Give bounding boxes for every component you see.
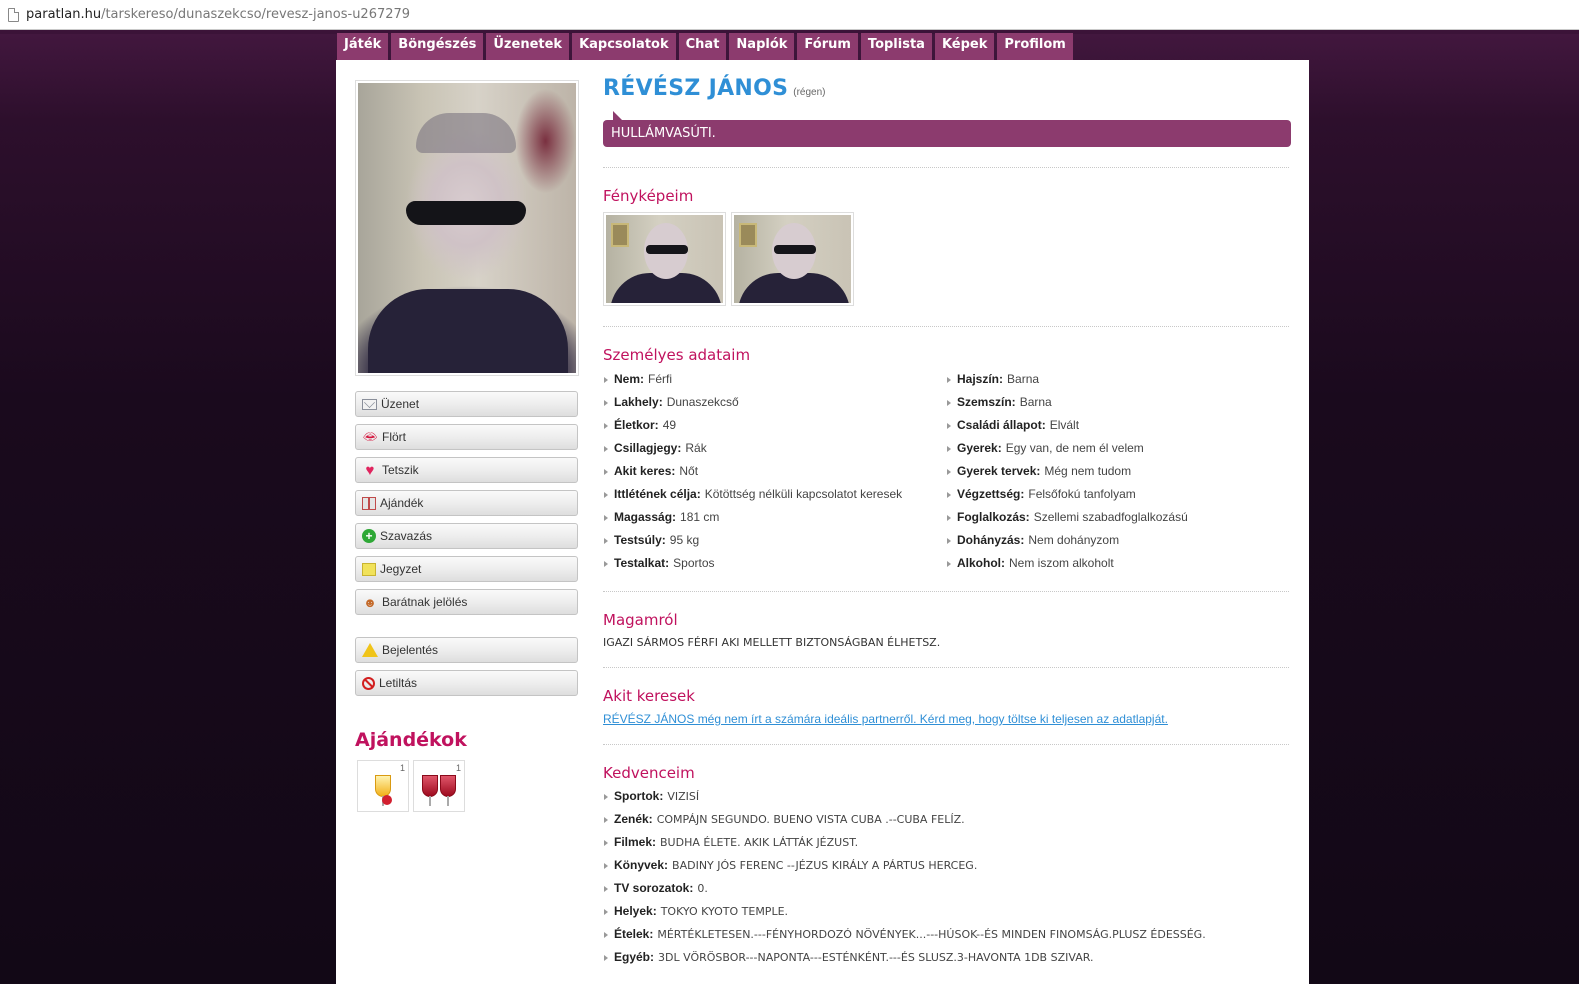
- detail-row: Végzettség: Felsőfokú tanfolyam: [946, 487, 1289, 510]
- block-button[interactable]: Letiltás: [355, 670, 578, 696]
- message-button[interactable]: Üzenet: [355, 391, 578, 417]
- favorites-list: Sportok: VIZISÍ Zenék: COMPÁJN SEGUNDO. BU…: [603, 789, 1291, 973]
- nav-bongeszes[interactable]: Böngészés: [391, 33, 484, 60]
- block-icon: [362, 676, 375, 690]
- divider: [603, 744, 1289, 745]
- photo-thumbnail[interactable]: [603, 212, 726, 306]
- add-friend-button[interactable]: ☻ Barátnak jelölés: [355, 589, 578, 615]
- personal-title: Személyes adataim: [603, 346, 751, 364]
- favorite-row: Könyvek: BADINY JÓS FERENC --JÉZUS KIRÁLY…: [603, 858, 1291, 881]
- page-icon: [8, 7, 19, 22]
- profile-photo[interactable]: [355, 80, 579, 376]
- status-bubble: HULLÁMVASÚTI.: [603, 111, 1291, 147]
- detail-row: Ittlétének célja: Kötöttség nélküli kapcs…: [603, 487, 946, 510]
- detail-row: Dohányzás: Nem dohányzom: [946, 533, 1289, 556]
- address-bar[interactable]: paratlan.hu/tarskereso/dunaszekcso/reves…: [0, 0, 1579, 30]
- lips-icon: 👄︎: [362, 430, 378, 444]
- cocktail-icon: [375, 775, 391, 806]
- divider: [603, 167, 1289, 168]
- flirt-button[interactable]: 👄︎ Flört: [355, 424, 578, 450]
- about-text: IGAZI SÁRMOS FÉRFI AKI MELLETT BIZTONSÁG…: [603, 636, 941, 649]
- profile-name: RÉVÉSZ JÁNOS: [603, 76, 789, 101]
- url-text[interactable]: paratlan.hu/tarskereso/dunaszekcso/reves…: [26, 7, 410, 22]
- gifts-title: Ajándékok: [355, 729, 467, 751]
- envelope-icon: [362, 398, 377, 410]
- nav-forum[interactable]: Fórum: [797, 33, 858, 60]
- profile-panel: Üzenet 👄︎ Flört ♥ Tetszik Ajándék + Szav…: [336, 60, 1309, 984]
- divider: [603, 667, 1289, 668]
- warning-icon: [362, 643, 378, 657]
- gift-item[interactable]: 1: [413, 760, 465, 812]
- favorite-row: TV sorozatok: 0.: [603, 881, 1291, 904]
- detail-row: Lakhely: Dunaszekcső: [603, 395, 946, 418]
- report-button[interactable]: Bejelentés: [355, 637, 578, 663]
- sticky-note-icon: [362, 562, 376, 576]
- favorite-row: Sportok: VIZISÍ: [603, 789, 1291, 812]
- nav-kapcsolatok[interactable]: Kapcsolatok: [572, 33, 676, 60]
- detail-row: Csillagjegy: Rák: [603, 441, 946, 464]
- detail-row: Gyerek: Egy van, de nem él velem: [946, 441, 1289, 464]
- detail-row: Testsúly: 95 kg: [603, 533, 946, 556]
- detail-row: Családi állapot: Elvált: [946, 418, 1289, 441]
- detail-row: Életkor: 49: [603, 418, 946, 441]
- like-button[interactable]: ♥ Tetszik: [355, 457, 578, 483]
- personal-details-right: Hajszín: Barna Szemszín: Barna Családi áll…: [946, 372, 1289, 579]
- divider: [603, 326, 1289, 327]
- gift-count: 1: [455, 763, 461, 773]
- photos-title: Fényképeim: [603, 187, 694, 205]
- photo-thumbnails: [603, 212, 1291, 306]
- favorite-row: Ételek: MÉRTÉKLETESEN.---FÉNYHORDOZÓ NÖVÉ…: [603, 927, 1291, 950]
- action-buttons: Üzenet 👄︎ Flört ♥ Tetszik Ajándék + Szav…: [355, 391, 579, 696]
- nav-profilom[interactable]: Profilom: [997, 33, 1073, 60]
- seeking-title: Akit keresek: [603, 687, 695, 705]
- vote-button[interactable]: + Szavazás: [355, 523, 578, 549]
- favorite-row: Filmek: BUDHA ÉLETE. AKIK LÁTTÁK JÉZUST.: [603, 835, 1291, 858]
- last-seen: (régen): [793, 87, 826, 98]
- wine-glass-icon: [422, 775, 438, 806]
- detail-row: Magasság: 181 cm: [603, 510, 946, 533]
- about-title: Magamról: [603, 611, 678, 629]
- detail-row: Szemszín: Barna: [946, 395, 1289, 418]
- gift-icon: [362, 496, 376, 510]
- users-add-icon: ☻: [363, 594, 377, 610]
- detail-row: Alkohol: Nem iszom alkoholt: [946, 556, 1289, 579]
- nav-jatek[interactable]: Játék: [337, 33, 389, 60]
- favorites-title: Kedvenceim: [603, 764, 695, 782]
- top-nav: Játék Böngészés Üzenetek Kapcsolatok Cha…: [337, 33, 1073, 60]
- gift-count: 1: [399, 763, 405, 773]
- nav-chat[interactable]: Chat: [678, 33, 727, 60]
- plus-circle-icon: +: [362, 529, 376, 543]
- right-column: RÉVÉSZ JÁNOS (régen) HULLÁMVASÚTI. Fényk…: [603, 76, 1291, 973]
- personal-details-left: Nem: Férfi Lakhely: Dunaszekcső Életkor: 49…: [603, 372, 946, 579]
- note-button[interactable]: Jegyzet: [355, 556, 578, 582]
- detail-row: Hajszín: Barna: [946, 372, 1289, 395]
- favorite-row: Egyéb: 3DL VÖRÖSBOR---NAPONTA---ESTÉNKÉNT…: [603, 950, 1291, 973]
- seeking-request-link[interactable]: RÉVÉSZ JÁNOS még nem írt a számára ideál…: [603, 712, 1291, 726]
- detail-row: Testalkat: Sportos: [603, 556, 946, 579]
- profile-photo-image: [358, 83, 576, 373]
- gifts-list: 1 1: [355, 760, 579, 812]
- detail-row: Nem: Férfi: [603, 372, 946, 395]
- gift-button[interactable]: Ajándék: [355, 490, 578, 516]
- gift-item[interactable]: 1: [357, 760, 409, 812]
- heart-icon: ♥: [365, 461, 375, 479]
- detail-row: Foglalkozás: Szellemi szabadfoglalkozású: [946, 510, 1289, 533]
- divider: [603, 591, 1289, 592]
- nav-kepek[interactable]: Képek: [934, 33, 995, 60]
- wine-glass-icon: [440, 775, 456, 806]
- detail-row: Akit keres: Nőt: [603, 464, 946, 487]
- nav-uzenetek[interactable]: Üzenetek: [486, 33, 570, 60]
- detail-row: Gyerek tervek: Még nem tudom: [946, 464, 1289, 487]
- name-line: RÉVÉSZ JÁNOS (régen): [603, 76, 1291, 101]
- personal-details: Nem: Férfi Lakhely: Dunaszekcső Életkor: 49…: [603, 372, 1291, 579]
- nav-naplok[interactable]: Naplók: [729, 33, 795, 60]
- favorite-row: Helyek: TOKYO KYOTO TEMPLE.: [603, 904, 1291, 927]
- left-column: Üzenet 👄︎ Flört ♥ Tetszik Ajándék + Szav…: [355, 80, 579, 812]
- photo-thumbnail[interactable]: [731, 212, 854, 306]
- nav-toplista[interactable]: Toplista: [860, 33, 932, 60]
- favorite-row: Zenék: COMPÁJN SEGUNDO. BUENO VISTA CUBA …: [603, 812, 1291, 835]
